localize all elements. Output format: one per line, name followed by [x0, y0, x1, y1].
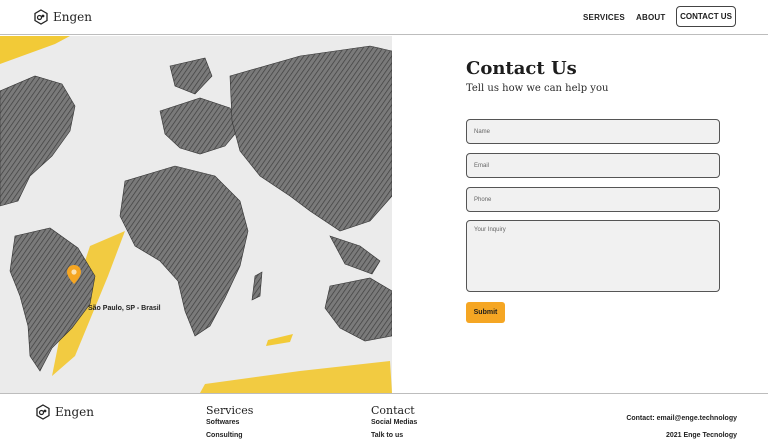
nav-about-link[interactable]: ABOUT — [636, 13, 665, 22]
world-map-panel: São Paulo, SP - Brasil — [0, 36, 392, 393]
footer-link-softwares[interactable]: Softwares — [206, 419, 239, 426]
location-label: São Paulo, SP - Brasil — [88, 305, 161, 312]
name-field[interactable]: Name — [466, 119, 720, 144]
footer-copyright: 2021 Enge Tecnology — [665, 432, 737, 439]
world-map-image — [0, 36, 392, 393]
header-logo[interactable]: Engen — [33, 9, 92, 25]
footer-logo[interactable]: Engen — [35, 404, 94, 420]
site-header: Engen SERVICES ABOUT CONTACT US — [0, 0, 768, 35]
nav-services-link[interactable]: SERVICES — [583, 13, 625, 22]
footer-brand-name: Engen — [55, 405, 94, 419]
page-subtitle: Tell us how we can help you — [466, 83, 609, 94]
footer-contact-heading: Contact — [371, 404, 415, 417]
footer-services-heading: Services — [206, 404, 254, 417]
inquiry-placeholder: Your Inquiry — [474, 227, 506, 233]
engen-logo-icon — [36, 404, 50, 420]
location-pin-icon — [67, 265, 81, 284]
footer-link-talk-to-us[interactable]: Talk to us — [371, 432, 403, 439]
phone-placeholder: Phone — [474, 196, 492, 203]
phone-field[interactable]: Phone — [466, 187, 720, 212]
brand-name: Engen — [53, 10, 92, 24]
nav-contact-button[interactable]: CONTACT US — [676, 6, 736, 27]
name-placeholder: Name — [474, 128, 491, 135]
email-field[interactable]: Email — [466, 153, 720, 178]
footer-contact-email: Contact: email@enge.technology — [626, 415, 737, 422]
inquiry-textarea[interactable]: Your Inquiry — [466, 220, 720, 292]
footer-link-social-medias[interactable]: Social Medias — [371, 419, 417, 426]
site-footer: Engen Services Softwares Consulting Cont… — [0, 393, 768, 448]
engen-logo-icon — [34, 9, 48, 25]
email-placeholder: Email — [474, 162, 490, 169]
submit-button[interactable]: Submit — [466, 302, 505, 323]
page-title: Contact Us — [466, 58, 577, 79]
footer-link-consulting[interactable]: Consulting — [206, 432, 243, 439]
